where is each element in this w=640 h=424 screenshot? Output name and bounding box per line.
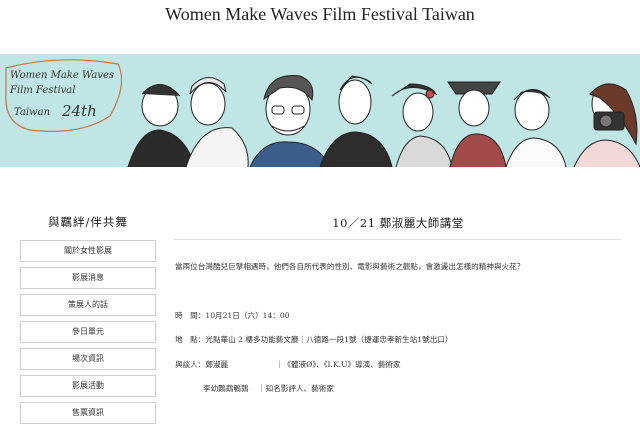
sidebar-item-sections[interactable]: 參日單元 — [20, 321, 156, 343]
guest-name: ：鄭淑麗 — [197, 360, 229, 369]
logo-line-2: Film Festival — [9, 85, 75, 96]
guest-name: 李幼鸚鵡鵪鶉 — [203, 384, 249, 393]
banner-artwork: Women Make Waves Film Festival Taiwan 24… — [0, 54, 640, 167]
place-label: 地 點 — [175, 335, 198, 344]
sidebar-title: 與羈絆/伴共舞 — [48, 215, 128, 229]
event-place: 地 點：光點華山 2 樓多功能藝文廳｜八德路一段1號（捷運忠孝新生站1號出口） — [175, 334, 453, 345]
article-title: 10／21 鄭淑麗大師講堂 — [332, 216, 464, 230]
guest-row: 與談人：鄭淑麗 ｜《體液Ø》、《I.K.U》導演、藝術家 — [175, 359, 401, 370]
guest-desc: ｜知名影評人、藝術家 — [258, 384, 334, 393]
title-divider — [174, 239, 622, 240]
logo-line-4: 24th — [61, 102, 97, 120]
sidebar-item-curator-words[interactable]: 策展人的話 — [20, 294, 156, 316]
time-value: ：10月21日（六）14：00 — [197, 311, 290, 320]
sidebar-item-screenings[interactable]: 場次資訊 — [20, 348, 156, 370]
article-intro: 當兩位台灣酷兒巨擘相遇時，他們各自所代表的性別、電影與藝術之觀點，會激盪出怎樣的… — [175, 262, 525, 271]
festival-banner: Women Make Waves Film Festival Taiwan 24… — [0, 54, 640, 167]
place-value: ：光點華山 2 樓多功能藝文廳｜八德路一段1號（捷運忠孝新生站1號出口） — [197, 335, 453, 344]
event-time: 時 間：10月21日（六）14：00 — [175, 310, 290, 321]
logo-line-1: Women Make Waves — [10, 70, 114, 81]
guest-desc: ｜《體液Ø》、《I.K.U》導演、藝術家 — [275, 360, 401, 369]
time-label: 時 間 — [175, 311, 198, 320]
sidebar-item-news[interactable]: 影展消息 — [20, 267, 156, 289]
sidebar-item-about[interactable]: 關於女性影展 — [20, 240, 156, 262]
sidebar-item-events[interactable]: 影展活動 — [20, 375, 156, 397]
sidebar-item-tickets[interactable]: 售票資訊 — [20, 402, 156, 424]
guest-row: 李幼鸚鵡鵪鶉 ｜知名影評人、藝術家 — [203, 383, 334, 394]
site-title[interactable]: Women Make Waves Film Festival Taiwan — [0, 4, 640, 25]
logo-line-3: Taiwan — [14, 107, 50, 118]
guests-label: 與談人 — [175, 360, 198, 369]
